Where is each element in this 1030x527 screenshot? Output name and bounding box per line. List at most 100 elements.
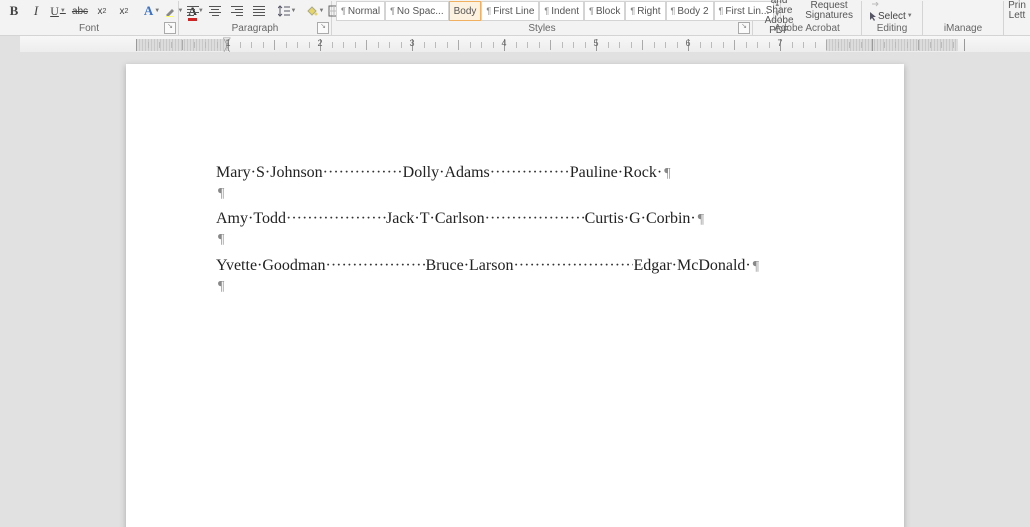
bold-button[interactable]: B — [4, 3, 24, 19]
pilcrow-icon: ¶ — [751, 259, 759, 275]
pilcrow-icon: ¶ — [696, 212, 704, 228]
ribbon: B I U ▼ abc x2 x2 A ▼ — [0, 0, 1030, 36]
pilcrow-icon: ¶ — [216, 186, 224, 201]
ribbon-label-font: Font ↘ — [0, 21, 179, 35]
paint-bucket-icon — [306, 4, 318, 18]
create-share-pdf-button[interactable]: Create and Share Adobe PDF — [757, 1, 801, 21]
justify-icon — [253, 4, 265, 18]
paragraph-row: Yvette·Goodman ·························… — [216, 257, 814, 297]
style-block[interactable]: ¶Block — [584, 1, 625, 21]
align-left-button[interactable] — [183, 3, 203, 19]
paragraph-row: Amy·Todd ·······························… — [216, 210, 814, 250]
pilcrow-icon: ¶ — [216, 279, 224, 294]
chevron-down-icon: ▼ — [291, 8, 297, 14]
print-letter-button[interactable]: Prin Lett — [1004, 1, 1030, 21]
tab-leader: ········································… — [513, 257, 633, 275]
ribbon-group-font: B I U ▼ abc x2 x2 A ▼ — [0, 1, 179, 21]
ribbon-group-editing: Select ▼ — [862, 1, 923, 21]
name-cell[interactable]: Pauline·Rock· — [570, 164, 662, 182]
name-cell[interactable]: Mary·S·Johnson — [216, 164, 323, 182]
dialog-launcher-icon[interactable]: ↘ — [738, 22, 750, 34]
style-first-line[interactable]: ¶First Line — [481, 1, 539, 21]
pilcrow-icon: ¶ — [486, 6, 491, 16]
chevron-down-icon: ▼ — [907, 13, 913, 19]
ribbon-label-truncated — [1004, 21, 1030, 35]
ribbon-label-acrobat: Adobe Acrobat — [753, 21, 862, 35]
style-indent[interactable]: ¶Indent — [539, 1, 584, 21]
dialog-launcher-icon[interactable]: ↘ — [164, 22, 176, 34]
name-cell[interactable]: Edgar·McDonald· — [633, 257, 750, 275]
justify-button[interactable] — [249, 3, 269, 19]
ribbon-group-imanage — [923, 1, 1004, 21]
chevron-down-icon: ▼ — [154, 8, 160, 14]
tab-leader: ········································… — [323, 164, 403, 182]
ruler-number: 4 — [501, 38, 506, 48]
ribbon-group-truncated: Prin Lett — [1004, 1, 1030, 21]
pilcrow-icon: ¶ — [216, 232, 224, 247]
ribbon-group-styles: ¶Normal ¶No Spac... Body ¶First Line ¶In… — [332, 1, 753, 21]
ruler-number: 3 — [409, 38, 414, 48]
name-cell[interactable]: Curtis·G·Corbin· — [585, 210, 696, 228]
paragraph-row: Mary·S·Johnson ·························… — [216, 164, 814, 204]
tab-leader: ········································… — [490, 164, 570, 182]
name-cell[interactable]: Amy·Todd — [216, 210, 286, 228]
line-spacing-button[interactable]: ▼ — [277, 3, 297, 19]
pilcrow-icon: ¶ — [719, 6, 724, 16]
pilcrow-icon: ¶ — [589, 6, 594, 16]
superscript-button[interactable]: x2 — [114, 3, 134, 19]
style-right[interactable]: ¶Right — [625, 1, 665, 21]
chevron-down-icon: ▼ — [60, 8, 66, 14]
line-spacing-icon — [278, 4, 290, 18]
style-normal[interactable]: ¶Normal — [336, 1, 385, 21]
pilcrow-icon: ¶ — [341, 6, 346, 16]
pilcrow-icon: ¶ — [662, 166, 670, 182]
shading-button[interactable]: ▼ — [305, 3, 325, 19]
name-cell[interactable]: Bruce·Larson — [425, 257, 513, 275]
underline-button[interactable]: U ▼ — [48, 3, 68, 19]
ruler-number: 7 — [777, 38, 782, 48]
cursor-icon — [868, 11, 878, 21]
align-center-button[interactable] — [205, 3, 225, 19]
name-cell[interactable]: Dolly·Adams — [403, 164, 490, 182]
select-button[interactable]: Select ▼ — [866, 11, 915, 21]
pilcrow-icon: ¶ — [671, 6, 676, 16]
ruler-number: 6 — [685, 38, 690, 48]
pilcrow-icon: ¶ — [630, 6, 635, 16]
pilcrow-icon: ¶ — [390, 6, 395, 16]
ribbon-group-acrobat: Create and Share Adobe PDF Request Signa… — [753, 1, 862, 21]
ruler-number: 2 — [317, 38, 322, 48]
page[interactable]: Mary·S·Johnson ·························… — [126, 64, 904, 527]
style-body[interactable]: Body — [449, 1, 482, 21]
empty-paragraph[interactable]: ¶ — [216, 182, 814, 204]
name-cell[interactable]: Yvette·Goodman — [216, 257, 325, 275]
italic-button[interactable]: I — [26, 3, 46, 19]
ribbon-label-imanage: iManage — [923, 21, 1004, 35]
replace-button[interactable] — [866, 1, 886, 11]
ruler-number: 5 — [593, 38, 598, 48]
ribbon-labels: Font ↘ Paragraph ↘ Styles ↘ Adobe Acroba… — [0, 21, 1030, 35]
align-center-icon — [209, 4, 221, 18]
align-right-button[interactable] — [227, 3, 247, 19]
align-left-icon — [187, 4, 199, 18]
subscript-button[interactable]: x2 — [92, 3, 112, 19]
ribbon-group-paragraph: ▼ ▼ ▼ — [179, 1, 332, 21]
style-no-spacing[interactable]: ¶No Spac... — [385, 1, 449, 21]
chevron-down-icon: ▼ — [319, 8, 325, 14]
name-cell[interactable]: Jack·T·Carlson — [386, 210, 485, 228]
highlighter-icon — [165, 4, 177, 18]
text-effects-button[interactable]: A ▼ — [142, 3, 162, 19]
ribbon-label-paragraph: Paragraph ↘ — [179, 21, 332, 35]
tab-leader: ········································… — [485, 210, 585, 228]
replace-icon — [871, 1, 881, 11]
tab-leader: ········································… — [286, 210, 386, 228]
strikethrough-button[interactable]: abc — [70, 3, 90, 19]
pilcrow-icon: ¶ — [544, 6, 549, 16]
align-right-icon — [231, 4, 243, 18]
style-body-2[interactable]: ¶Body 2 — [666, 1, 714, 21]
document-area[interactable]: Mary·S·Johnson ·························… — [0, 52, 1030, 527]
empty-paragraph[interactable]: ¶ — [216, 275, 814, 297]
ribbon-label-styles: Styles ↘ — [332, 21, 753, 35]
dialog-launcher-icon[interactable]: ↘ — [317, 22, 329, 34]
request-signatures-button[interactable]: Request Signatures — [801, 1, 857, 21]
empty-paragraph[interactable]: ¶ — [216, 228, 814, 250]
